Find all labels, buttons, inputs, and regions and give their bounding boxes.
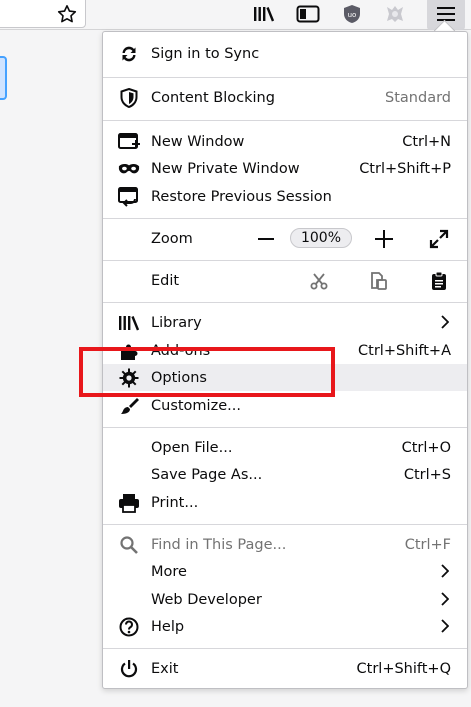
- menu-item-label: Customize...: [151, 397, 241, 414]
- paste-icon[interactable]: [425, 267, 453, 294]
- zoom-out-button[interactable]: [251, 225, 281, 252]
- menu-item-label: Print...: [151, 494, 199, 511]
- cut-icon[interactable]: [305, 267, 333, 294]
- menu-separator: [103, 77, 467, 78]
- new-window-icon: [118, 131, 140, 153]
- menu-item-label: Zoom: [151, 230, 193, 247]
- chevron-right-icon: [441, 619, 450, 637]
- chevron-right-icon: [441, 315, 450, 333]
- menu-item-label: Library: [151, 314, 202, 331]
- menu-item-web-developer[interactable]: Web Developer: [103, 586, 467, 613]
- menu-separator: [103, 302, 467, 303]
- menu-item-new-private-window[interactable]: New Private Window Ctrl+Shift+P: [103, 155, 467, 182]
- menu-item-label: Restore Previous Session: [151, 188, 332, 205]
- content-blocking-value: Standard: [385, 89, 451, 106]
- menu-item-restore-session[interactable]: Restore Previous Session: [103, 183, 467, 210]
- annotation-highlight-box: [79, 347, 335, 397]
- sidebar-icon[interactable]: [295, 0, 321, 28]
- copy-icon[interactable]: [365, 267, 393, 294]
- menu-separator: [103, 260, 467, 261]
- menu-item-new-window[interactable]: New Window Ctrl+N: [103, 128, 467, 155]
- shortcut-label: Ctrl+F: [404, 536, 451, 553]
- menu-item-label: Help: [151, 618, 185, 635]
- menu-item-find[interactable]: Find in This Page... Ctrl+F: [103, 531, 467, 558]
- fullscreen-icon[interactable]: [425, 225, 453, 252]
- menu-item-label: Open File...: [151, 439, 233, 456]
- zoom-reset-button[interactable]: 100%: [290, 228, 352, 248]
- library-icon[interactable]: [252, 0, 276, 28]
- menu-item-label: Sign in to Sync: [151, 45, 260, 62]
- chevron-right-icon: [441, 592, 450, 610]
- menu-separator: [103, 218, 467, 219]
- shortcut-label: Ctrl+O: [401, 439, 451, 456]
- menu-separator: [103, 524, 467, 525]
- menu-item-exit[interactable]: Exit Ctrl+Shift+Q: [103, 655, 467, 682]
- menu-item-label: Edit: [151, 272, 180, 289]
- page-edge-tab: [0, 56, 7, 100]
- menu-separator: [103, 120, 467, 121]
- paintbrush-icon: [118, 395, 140, 417]
- menu-item-open-file[interactable]: Open File... Ctrl+O: [103, 434, 467, 461]
- shortcut-label: Ctrl+Shift+A: [358, 342, 451, 359]
- sync-icon: [118, 43, 140, 65]
- star-icon[interactable]: [56, 0, 78, 28]
- menu-item-label: Content Blocking: [151, 89, 275, 106]
- ublock-icon[interactable]: uo: [340, 0, 364, 28]
- menu-item-label: Exit: [151, 660, 179, 677]
- restore-session-icon: [118, 186, 140, 208]
- help-icon: [118, 616, 140, 638]
- menu-item-help[interactable]: Help: [103, 613, 467, 640]
- private-mask-icon: [118, 158, 140, 180]
- menu-item-print[interactable]: Print...: [103, 489, 467, 516]
- chevron-right-icon: [441, 564, 450, 582]
- menu-item-label: Web Developer: [151, 591, 262, 608]
- shortcut-label: Ctrl+Shift+P: [359, 160, 451, 177]
- zoom-in-button[interactable]: [369, 225, 399, 252]
- menu-item-label: Save Page As...: [151, 466, 263, 483]
- menu-item-library[interactable]: Library: [103, 309, 467, 336]
- svg-text:uo: uo: [348, 11, 357, 19]
- extension-icon[interactable]: [383, 0, 407, 28]
- menu-item-save-page[interactable]: Save Page As... Ctrl+S: [103, 461, 467, 488]
- menu-item-sync[interactable]: Sign in to Sync: [103, 40, 467, 67]
- search-icon: [118, 534, 140, 556]
- menu-item-label: Find in This Page...: [151, 536, 287, 553]
- shield-icon: [118, 87, 140, 109]
- shortcut-label: Ctrl+Shift+Q: [356, 660, 451, 677]
- menu-item-label: New Window: [151, 133, 245, 150]
- menu-item-edit: Edit: [103, 267, 467, 294]
- menu-item-zoom: Zoom 100%: [103, 225, 467, 252]
- shortcut-label: Ctrl+N: [402, 133, 451, 150]
- menu-item-label: New Private Window: [151, 160, 300, 177]
- shortcut-label: Ctrl+S: [403, 466, 451, 483]
- menu-separator: [103, 648, 467, 649]
- power-icon: [118, 658, 140, 680]
- menu-item-more[interactable]: More: [103, 558, 467, 585]
- menu-item-label: More: [151, 563, 187, 580]
- library-icon: [118, 312, 140, 334]
- menu-separator: [103, 427, 467, 428]
- browser-toolbar: uo: [0, 0, 471, 30]
- menu-item-content-blocking[interactable]: Content Blocking Standard: [103, 84, 467, 111]
- printer-icon: [118, 492, 140, 514]
